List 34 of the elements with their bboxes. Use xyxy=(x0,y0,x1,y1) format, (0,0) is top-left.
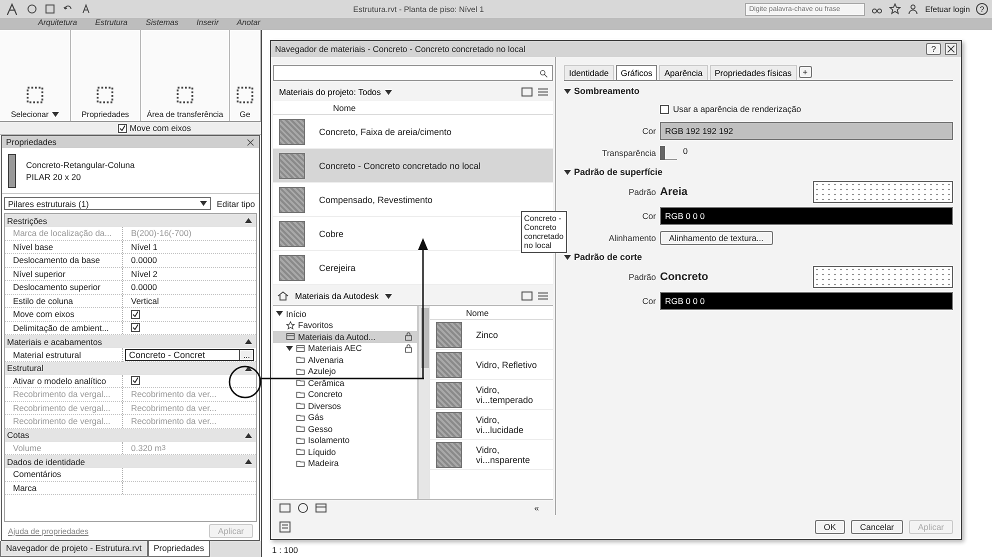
field-label: Padrão xyxy=(628,187,656,197)
slider-value: 0 xyxy=(683,146,689,158)
property-label: Recobrimento da vergal... xyxy=(5,388,123,400)
pattern-name: Areia xyxy=(660,186,688,198)
property-label: Volume xyxy=(5,442,123,454)
field-label: Alinhamento xyxy=(608,233,656,243)
window-title: Estrutura.rvt - Planta de piso: Nível 1 xyxy=(352,4,485,14)
property-label: Recobrimento de vergal... xyxy=(5,402,123,414)
field-label: Cor xyxy=(641,211,656,221)
section-title: Padrão de corte xyxy=(574,252,642,262)
property-label: Move com eixos xyxy=(5,308,123,320)
property-label: Delimitação de ambient... xyxy=(5,322,123,334)
property-label: Deslocamento da base xyxy=(5,254,123,266)
property-label: Nível superior xyxy=(5,268,123,280)
property-label: Marca de localização da... xyxy=(5,227,123,240)
checkbox-label: Usar a aparência de renderização xyxy=(673,104,802,114)
field-label: Padrão xyxy=(628,272,656,282)
property-label: Ativar o modelo analítico xyxy=(5,374,123,387)
property-label: Marca xyxy=(5,482,123,494)
property-label: Nível base xyxy=(5,240,123,253)
panel-title: Propriedades xyxy=(6,137,57,147)
section-title: Padrão de superfície xyxy=(574,167,663,177)
property-label: Recobrimento de vergal... xyxy=(5,415,123,428)
tooltip: Concreto - Concreto concretado no local xyxy=(521,211,567,253)
property-label: Deslocamento superior xyxy=(5,281,123,294)
checkbox-label: Move com eixos xyxy=(130,123,191,133)
dialog-title: Navegador de materiais - Concreto - Concreto concretado no local xyxy=(275,44,526,54)
pattern-name: Concreto xyxy=(660,271,708,283)
section-title: Sombreamento xyxy=(574,86,640,96)
property-label: Estilo de coluna xyxy=(5,294,123,307)
field-label: Cor xyxy=(641,126,656,136)
property-label: Comentários xyxy=(5,468,123,480)
field-label: Cor xyxy=(641,296,656,306)
field-label: Transparência xyxy=(600,148,656,158)
